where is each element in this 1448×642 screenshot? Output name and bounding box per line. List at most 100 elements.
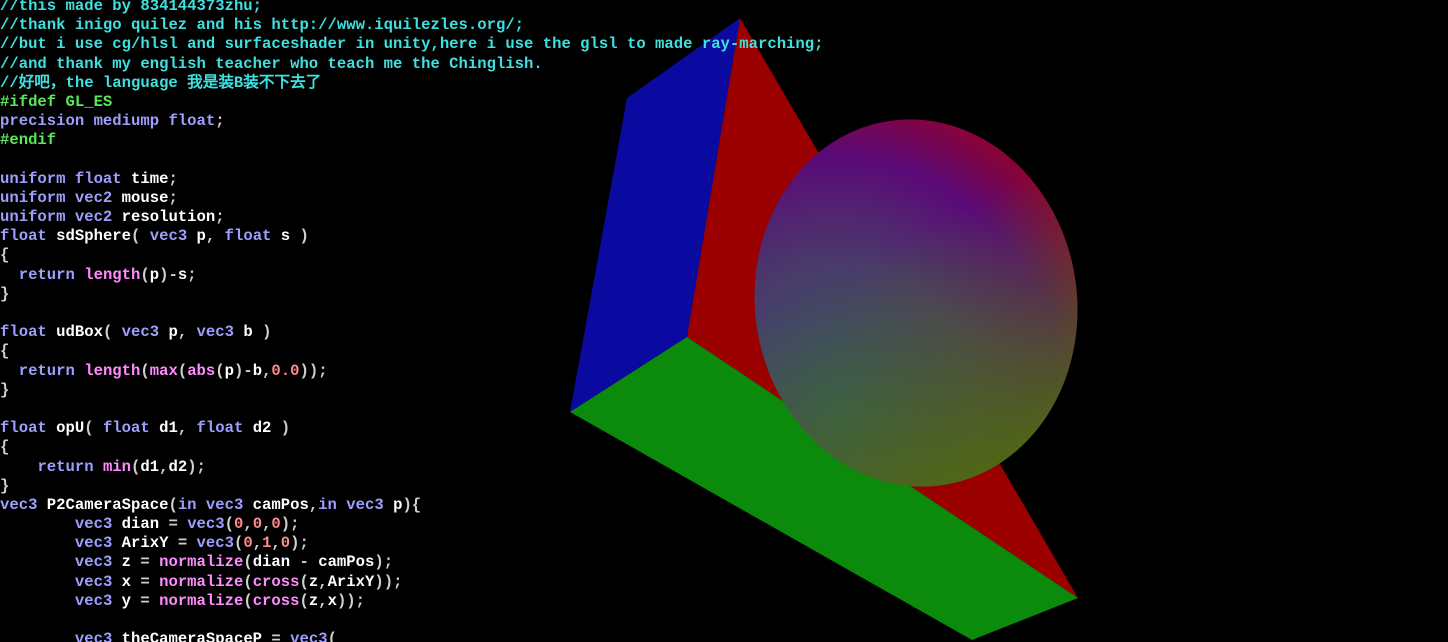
identifier-token: z xyxy=(112,553,141,572)
code-line[interactable] xyxy=(0,151,823,170)
code-line[interactable]: #endif xyxy=(0,131,823,150)
code-line[interactable]: float opU( float d1, float d2 ) xyxy=(0,419,823,438)
keyword-token: vec3 xyxy=(196,534,234,553)
code-line[interactable]: vec3 P2CameraSpace(in vec3 camPos,in vec… xyxy=(0,496,823,515)
identifier-token xyxy=(0,592,75,610)
punctuation-token: ( xyxy=(102,323,122,342)
code-editor[interactable]: //this made by 834144373zhu;//thank inig… xyxy=(0,0,823,642)
code-line[interactable]: uniform float time; xyxy=(0,170,823,189)
punctuation-token: ; xyxy=(215,208,225,227)
identifier-token xyxy=(75,362,84,380)
punctuation-token: ( xyxy=(215,361,225,380)
identifier-token: resolution xyxy=(112,208,216,227)
comment-token: //and thank my english teacher who teach… xyxy=(0,54,543,73)
punctuation-token: ( xyxy=(243,553,253,572)
punctuation-token: ( xyxy=(168,495,178,514)
number-token: 0 xyxy=(243,534,253,553)
code-line[interactable] xyxy=(0,304,823,323)
keyword-token: float xyxy=(196,419,244,438)
identifier-token: ArixY xyxy=(112,534,178,553)
identifier-token xyxy=(94,458,103,476)
keyword-token: vec3 xyxy=(74,534,113,553)
code-line[interactable]: { xyxy=(0,246,823,265)
code-line[interactable]: vec3 dian = vec3(0,0,0); xyxy=(0,515,823,534)
comment-token: //but i use cg/hlsl and surfaceshader in… xyxy=(0,35,824,54)
punctuation-token: , xyxy=(205,227,225,246)
punctuation-token: ){ xyxy=(402,495,422,514)
code-line[interactable]: vec3 ArixY = vec3(0,1,0); xyxy=(0,534,823,553)
code-line[interactable]: //but i use cg/hlsl and surfaceshader in… xyxy=(0,35,823,54)
function-token: abs xyxy=(187,361,216,380)
code-line[interactable]: } xyxy=(0,381,823,400)
keyword-token: float xyxy=(0,419,47,438)
punctuation-token: = xyxy=(140,572,160,591)
function-token: max xyxy=(149,361,178,380)
identifier-token: P2CameraSpace xyxy=(37,495,169,514)
identifier-token: udBox xyxy=(46,323,103,342)
punctuation-token: , xyxy=(271,534,281,553)
code-line[interactable]: //and thank my english teacher who teach… xyxy=(0,55,823,74)
code-line[interactable]: float udBox( vec3 p, vec3 b ) xyxy=(0,323,823,342)
punctuation-token: ; xyxy=(215,112,225,131)
punctuation-token: ); xyxy=(187,457,206,476)
keyword-token: in vec3 xyxy=(318,495,384,514)
number-token: 0 xyxy=(252,515,263,534)
code-line[interactable]: //this made by 834144373zhu; xyxy=(0,0,823,16)
identifier-token: d1 xyxy=(149,419,178,438)
code-line[interactable]: { xyxy=(0,438,823,457)
code-line[interactable]: { xyxy=(0,342,823,361)
keyword-token: float xyxy=(0,323,47,342)
code-line[interactable]: uniform vec2 resolution; xyxy=(0,208,823,227)
code-line[interactable]: return length(max(abs(p)-b,0.0)); xyxy=(0,362,823,381)
keyword-token: vec3 xyxy=(74,553,113,572)
identifier-token: time xyxy=(121,169,169,188)
code-line[interactable]: } xyxy=(0,285,823,304)
identifier-token: camPos xyxy=(318,553,375,572)
punctuation-token: } xyxy=(0,476,10,495)
identifier-token: theCameraSpaceP xyxy=(112,630,272,642)
code-line[interactable] xyxy=(0,400,823,419)
punctuation-token: ( xyxy=(243,572,253,591)
punctuation-token: ( xyxy=(84,419,103,438)
number-token: 0 xyxy=(271,515,281,534)
punctuation-token: ( xyxy=(243,591,253,610)
punctuation-token: ( xyxy=(299,572,309,591)
number-token: 0.0 xyxy=(271,361,300,380)
code-line[interactable]: return min(d1,d2); xyxy=(0,458,823,477)
number-token: 0 xyxy=(280,534,291,553)
identifier-token: d1 xyxy=(140,457,160,476)
code-line[interactable]: return length(p)-s; xyxy=(0,266,823,285)
punctuation-token: ( xyxy=(299,591,309,610)
number-token: 0 xyxy=(233,515,244,534)
identifier-token xyxy=(0,573,75,591)
identifier-token: sdSphere xyxy=(46,227,132,246)
identifier-token xyxy=(0,458,37,476)
identifier-token: p xyxy=(159,323,178,342)
punctuation-token: , xyxy=(243,515,253,534)
code-line[interactable]: #ifdef GL_ES xyxy=(0,93,823,112)
punctuation-token: ( xyxy=(177,361,188,380)
code-line[interactable] xyxy=(0,611,823,630)
function-token: normalize xyxy=(159,572,244,591)
code-line[interactable]: //好吧，the language 我是装B装不下去了 xyxy=(0,74,823,93)
code-line[interactable]: vec3 theCameraSpaceP = vec3( xyxy=(0,630,823,642)
shader-viewport: //this made by 834144373zhu;//thank inig… xyxy=(0,0,1448,642)
keyword-token: float xyxy=(102,419,150,438)
identifier-token: d2 xyxy=(168,457,188,476)
identifier-token xyxy=(0,534,75,552)
punctuation-token: ( xyxy=(131,227,150,246)
code-line[interactable]: vec3 z = normalize(dian - camPos); xyxy=(0,553,823,572)
code-line[interactable]: //thank inigo quilez and his http://www.… xyxy=(0,16,823,35)
keyword-token: float xyxy=(0,227,47,246)
punctuation-token: ( xyxy=(327,630,337,642)
punctuation-token: } xyxy=(0,284,10,303)
code-line[interactable]: vec3 y = normalize(cross(z,x)); xyxy=(0,592,823,611)
keyword-token: vec3 xyxy=(74,630,113,642)
code-line[interactable]: precision mediump float; xyxy=(0,112,823,131)
code-line[interactable]: float sdSphere( vec3 p, float s ) xyxy=(0,227,823,246)
code-line[interactable]: } xyxy=(0,477,823,496)
function-token: cross xyxy=(252,591,300,610)
code-line[interactable]: vec3 x = normalize(cross(z,ArixY)); xyxy=(0,573,823,592)
code-line[interactable]: uniform vec2 mouse; xyxy=(0,189,823,208)
comment-token: //好吧，the language 我是装B装不下去了 xyxy=(0,73,322,92)
